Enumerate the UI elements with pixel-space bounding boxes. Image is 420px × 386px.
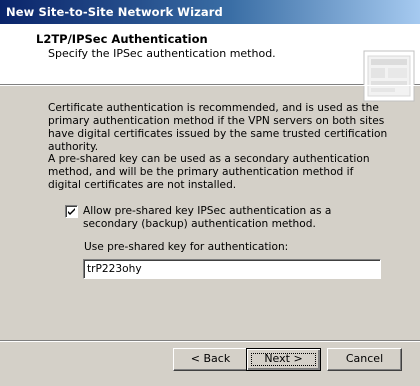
wizard-page-icon: [363, 50, 415, 102]
certificate-info-text: Certificate authentication is recommende…: [48, 102, 388, 153]
preshared-key-label: Use pre-shared key for authentication:: [84, 241, 289, 253]
back-button-label: < Back: [190, 352, 231, 365]
cancel-button-label: Cancel: [345, 352, 384, 365]
allow-psk-checkbox[interactable]: [65, 205, 78, 218]
title-bar[interactable]: New Site-to-Site Network Wizard: [0, 0, 420, 24]
next-button-label: Next >: [264, 352, 303, 365]
preshared-key-info-text: A pre-shared key can be used as a second…: [48, 153, 370, 191]
back-button[interactable]: < Back: [173, 348, 248, 371]
header-divider: [0, 85, 420, 86]
next-button[interactable]: Next >: [246, 348, 321, 371]
allow-psk-label[interactable]: Allow pre-shared key IPSec authenticatio…: [83, 205, 383, 231]
cancel-button[interactable]: Cancel: [327, 348, 402, 371]
page-subtitle: Specify the IPSec authentication method.: [48, 47, 276, 60]
wizard-window: New Site-to-Site Network Wizard L2TP/IPS…: [0, 0, 420, 386]
checkmark-icon: [68, 208, 75, 215]
window-title: New Site-to-Site Network Wizard: [6, 5, 223, 19]
preshared-key-input[interactable]: [83, 259, 381, 279]
page-title: L2TP/IPSec Authentication: [36, 32, 208, 46]
footer-separator-highlight: [0, 341, 420, 342]
